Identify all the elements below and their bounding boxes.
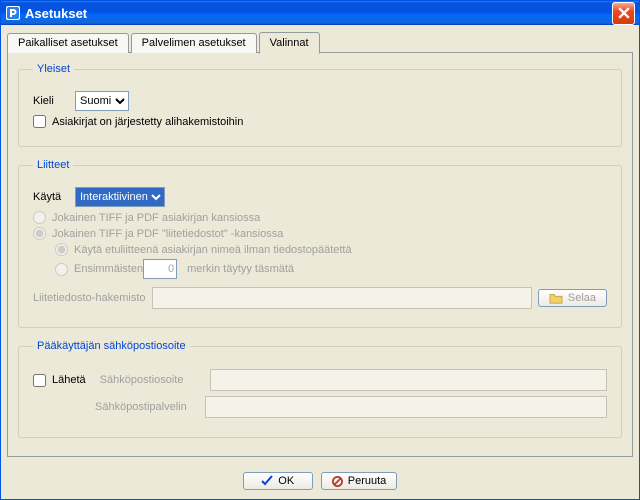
radio-prefix-docname [55, 243, 68, 256]
titlebar: Asetukset [1, 1, 639, 25]
use-select[interactable]: Interaktiivinen [75, 187, 165, 207]
group-admin-email-title: Pääkäyttäjän sähköpostiosoite [33, 340, 190, 352]
folder-icon [549, 292, 563, 304]
radio-every-attfolder-label: Jokainen TIFF ja PDF "liitetiedostot" -k… [52, 228, 283, 240]
dialog-footer: OK Peruuta [1, 463, 639, 499]
radio-every-attfolder [33, 227, 46, 240]
email-server-label: Sähköpostipalvelin [95, 401, 205, 413]
ok-button[interactable]: OK [243, 472, 313, 490]
tab-label: Palvelimen asetukset [142, 37, 246, 49]
close-button[interactable] [612, 2, 635, 25]
tab-local[interactable]: Paikalliset asetukset [7, 33, 129, 53]
ok-label: OK [278, 475, 294, 487]
radio-prefix-docname-label: Käytä etuliitteenä asiakirjan nimeä ilma… [74, 244, 352, 256]
use-label: Käytä [33, 191, 67, 203]
email-server-input [205, 396, 607, 418]
client-area: Paikalliset asetukset Palvelimen asetuks… [1, 25, 639, 463]
app-icon [5, 5, 21, 21]
window-title: Asetukset [25, 6, 612, 21]
radio-every-docfolder [33, 211, 46, 224]
att-folder-label: Liitetiedosto-hakemisto [33, 292, 146, 304]
browse-button: Selaa [538, 289, 607, 307]
email-address-label: Sähköpostiosoite [100, 374, 210, 386]
group-admin-email: Pääkäyttäjän sähköpostiosoite Lähetä Säh… [18, 340, 622, 438]
first-n-input [143, 259, 177, 279]
tabpanel-options: Yleiset Kieli Suomi Asiakirjat on järjes… [7, 52, 633, 457]
tab-label: Valinnat [270, 37, 309, 49]
send-label: Lähetä [52, 374, 86, 386]
send-checkbox[interactable] [33, 374, 46, 387]
subfolders-checkbox[interactable] [33, 115, 46, 128]
cancel-button[interactable]: Peruuta [321, 472, 398, 490]
group-attachments-title: Liitteet [33, 159, 73, 171]
tab-options[interactable]: Valinnat [259, 32, 320, 54]
radio-every-docfolder-label: Jokainen TIFF ja PDF asiakirjan kansioss… [52, 212, 260, 224]
radio-first-n [55, 263, 68, 276]
group-general-title: Yleiset [33, 63, 74, 75]
browse-label: Selaa [568, 292, 596, 304]
language-label: Kieli [33, 95, 67, 107]
tabstrip: Paikalliset asetukset Palvelimen asetuks… [7, 31, 633, 53]
tab-server[interactable]: Palvelimen asetukset [131, 33, 257, 53]
cancel-icon [332, 476, 343, 487]
subfolders-label: Asiakirjat on järjestetty alihakemistoih… [52, 116, 243, 128]
email-address-input [210, 369, 607, 391]
radio-first-n-label-a: Ensimmäisten [74, 263, 143, 275]
check-icon [261, 475, 273, 487]
language-select[interactable]: Suomi [75, 91, 129, 111]
tab-label: Paikalliset asetukset [18, 37, 118, 49]
cancel-label: Peruuta [348, 475, 387, 487]
group-attachments: Liitteet Käytä Interaktiivinen Jokainen … [18, 159, 622, 328]
att-folder-path [152, 287, 532, 309]
radio-first-n-label-b: merkin täytyy täsmätä [187, 263, 294, 275]
settings-window: Asetukset Paikalliset asetukset Palvelim… [0, 0, 640, 500]
group-general: Yleiset Kieli Suomi Asiakirjat on järjes… [18, 63, 622, 147]
